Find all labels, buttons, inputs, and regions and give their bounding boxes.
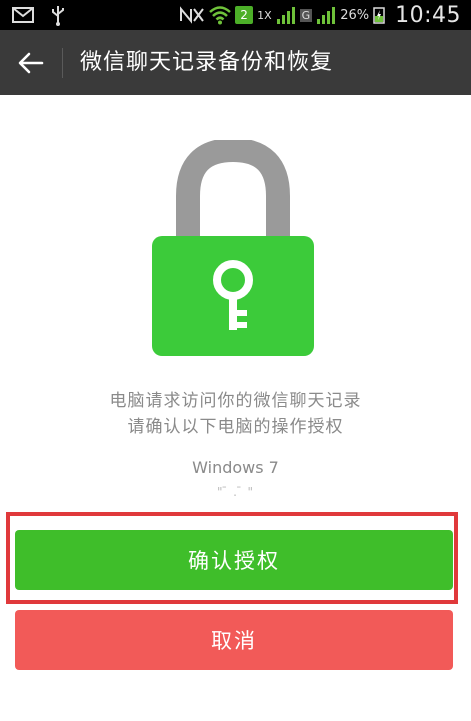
request-message-line2: 请确认以下电脑的操作授权 (127, 417, 344, 437)
confirm-authorize-button[interactable]: 确认授权 (15, 530, 453, 590)
cancel-button[interactable]: 取消 (15, 610, 453, 670)
back-arrow-icon (18, 52, 44, 74)
battery-charging-icon (373, 7, 385, 24)
signal-bars-icon (276, 7, 295, 24)
lock-icon (152, 140, 314, 356)
nfc-mute-icon (180, 6, 204, 24)
sim-badge: 2 (235, 6, 254, 24)
status-bar: 2 1X G 26% 10:45 (0, 0, 471, 30)
status-left-icons (12, 4, 66, 26)
mail-icon (12, 7, 34, 23)
back-button[interactable] (6, 38, 56, 88)
title-bar: 微信聊天记录备份和恢复 (0, 30, 471, 95)
title-divider (62, 48, 63, 78)
page-title: 微信聊天记录备份和恢复 (80, 50, 334, 75)
device-name: Windows 7 (192, 458, 279, 477)
request-message-line1: 电脑请求访问你的微信聊天记录 (109, 391, 362, 411)
clock: 10:45 (395, 2, 461, 28)
lock-shackle (176, 140, 290, 242)
device-detail: " ̄ . ̄ " (216, 485, 255, 499)
battery-percent: 26% (340, 7, 370, 23)
network-1x-label: 1X (257, 8, 272, 22)
status-right-icons: 2 1X G 26% 10:45 (179, 0, 461, 30)
wifi-icon (209, 6, 231, 25)
network-g-label: G (299, 8, 313, 22)
usb-icon (52, 6, 64, 26)
signal-bars-2-icon (317, 7, 336, 24)
